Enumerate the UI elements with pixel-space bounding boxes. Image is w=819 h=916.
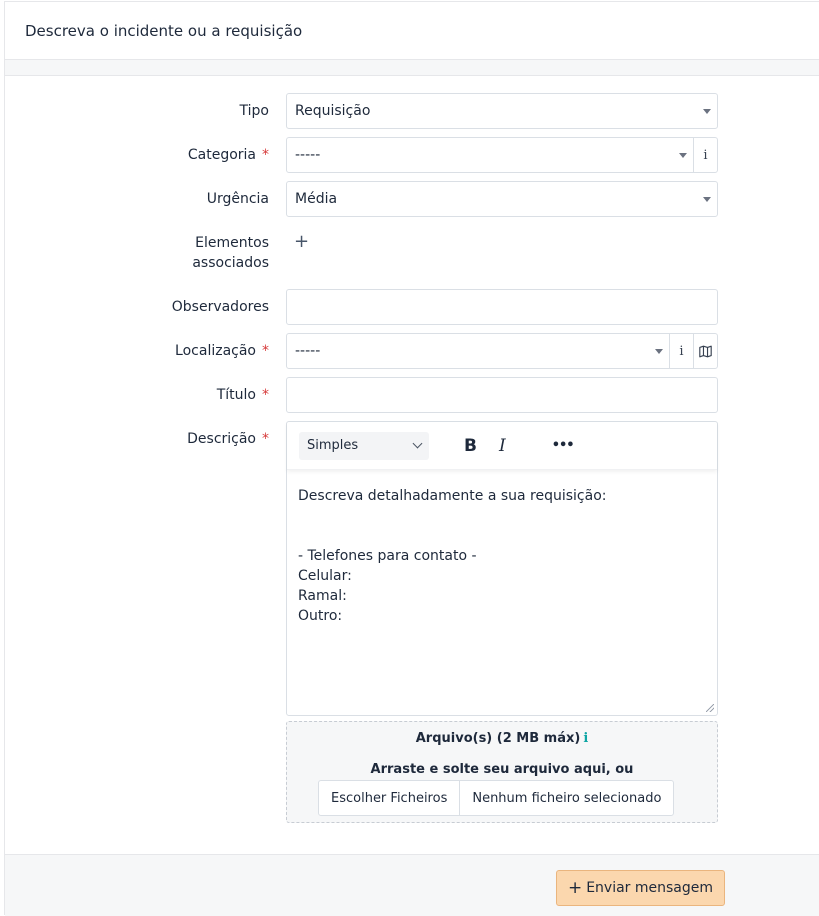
chevron-down-icon (412, 438, 423, 449)
caret-down-icon (703, 108, 711, 114)
editor-line (298, 526, 706, 546)
editor-content[interactable]: Descreva detalhadamente a sua requisição… (287, 470, 717, 642)
info-icon[interactable]: i (583, 731, 588, 746)
caret-down-icon (679, 152, 687, 158)
bold-button[interactable]: B (464, 436, 477, 456)
editor-toolbar: Simples B I ••• (287, 422, 717, 470)
caret-down-icon (703, 196, 711, 202)
editor-line: Outro: (298, 608, 343, 624)
format-select[interactable]: Simples (299, 431, 429, 460)
titulo-label: Título * (216, 387, 269, 403)
urgencia-label: Urgência (206, 191, 269, 207)
no-file-text: Nenhum ficheiro selecionado (472, 790, 662, 806)
localizacao-label: Localização * (175, 343, 269, 359)
localizacao-select[interactable]: ----- i (286, 333, 718, 369)
info-icon[interactable]: i (669, 334, 693, 368)
form-card: Descreva o incidente ou a requisição Tip… (4, 1, 819, 916)
description-editor[interactable]: Simples B I ••• Descreva detalhadamente … (286, 421, 718, 716)
tipo-select[interactable]: Requisição (286, 93, 718, 129)
file-input[interactable]: Escolher Ficheiros Nenhum ficheiro selec… (318, 780, 675, 816)
observadores-label: Observadores (171, 299, 269, 315)
more-options-button[interactable]: ••• (552, 438, 575, 453)
submit-button[interactable]: + Enviar mensagem (556, 870, 725, 906)
elementos-label: Elementos associados (192, 235, 269, 271)
editor-line (298, 506, 706, 526)
descricao-label: Descrição * (187, 431, 269, 447)
editor-line: Ramal: (298, 588, 347, 604)
drop-text: Arraste e solte seu arquivo aqui, ou (370, 762, 634, 777)
info-icon[interactable]: i (693, 138, 717, 172)
header-band (5, 60, 819, 76)
urgencia-select[interactable]: Média (286, 181, 718, 217)
choose-files-button[interactable]: Escolher Ficheiros (319, 781, 461, 815)
map-icon[interactable] (693, 334, 717, 368)
add-element-button[interactable]: + (294, 233, 309, 251)
file-dropzone[interactable]: Arquivo(s) (2 MB máx) i Arraste e solte s… (286, 721, 718, 823)
caret-down-icon (655, 348, 663, 354)
titulo-input[interactable] (286, 377, 718, 413)
categoria-select[interactable]: ----- i (286, 137, 718, 173)
italic-button[interactable]: I (499, 436, 506, 456)
tipo-label: Tipo (239, 103, 269, 119)
resize-handle-icon[interactable] (706, 704, 714, 712)
editor-line: - Telefones para contato - (298, 548, 477, 564)
editor-line: Celular: (298, 568, 352, 584)
observadores-input[interactable] (286, 289, 718, 325)
upload-title: Arquivo(s) (2 MB máx) i (415, 731, 589, 746)
plus-icon: + (567, 878, 583, 898)
editor-line: Descreva detalhadamente a sua requisição… (298, 488, 607, 504)
card-title: Descreva o incidente ou a requisição (5, 2, 819, 60)
categoria-label: Categoria * (187, 147, 269, 163)
